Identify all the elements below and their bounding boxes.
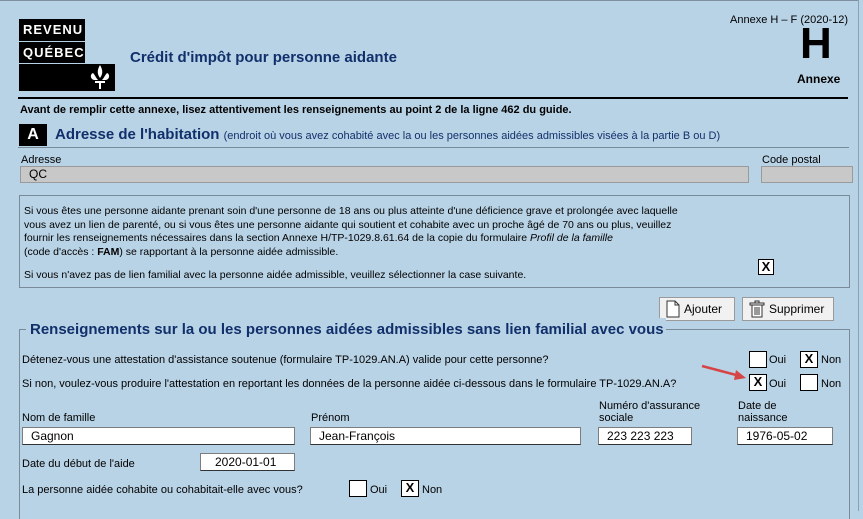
annexe-letter: H [800,19,832,68]
profil-famille-ref: Profil de la famille [530,232,613,244]
section-2-title: Renseignements sur la ou les personnes a… [30,321,664,338]
birth-date-field[interactable]: 1976-05-02 [737,427,833,445]
q2-oui-checkbox[interactable]: X [749,374,767,391]
start-date-field[interactable]: 2020-01-01 [200,453,295,471]
question-2: Si non, voulez-vous produire l'attestati… [22,378,677,390]
q3-oui-label: Oui [370,484,388,496]
header-divider [18,97,848,99]
sin-label: Numéro d'assurance sociale [599,400,700,424]
logo-line1: REVENU [19,19,85,41]
info-line-4-c: ) se rapportant à la personne aidée admi… [119,245,339,258]
sin-label-line2: sociale [599,412,634,424]
q2-oui-label: Oui [769,378,787,390]
sin-label-line1: Numéro d'assurance [599,400,701,412]
first-name-field[interactable]: Jean-François [310,427,581,445]
q1-non-label: Non [821,354,842,366]
section-a-divider [18,147,849,148]
q2-non-label: Non [821,378,842,390]
top-border [0,0,858,1]
postal-code-label: Code postal [762,154,821,166]
add-button-label: Ajouter [684,302,723,316]
logo-gap [87,19,115,63]
document-icon [666,300,680,318]
no-link-text: Si vous n'avez pas de lien familial avec… [24,269,527,281]
red-arrow-icon [701,364,746,380]
section-a-heading: Adresse de l'habitation [55,126,220,143]
first-name-label: Prénom [311,412,350,424]
info-line-2: vous avez un lien de parenté, ou si vous… [24,218,672,231]
section-a-badge: A [19,124,47,146]
section-a-title: Adresse de l'habitation (endroit où vous… [55,126,720,143]
logo-base [19,64,115,91]
q3-non-label: Non [422,484,443,496]
right-border [858,0,859,511]
q3-non-checkbox[interactable]: X [401,480,419,497]
annexe-label: Annexe [797,72,841,86]
trash-icon [749,300,765,318]
page-title: Crédit d'impôt pour personne aidante [130,49,397,66]
q2-non-checkbox[interactable] [800,374,818,391]
delete-button-label: Supprimer [769,302,825,316]
revenu-quebec-logo: REVENU QUÉBEC [19,19,115,91]
info-line-1: Si vous êtes une personne aidante prenan… [24,205,678,217]
q1-oui-label: Oui [769,354,787,366]
logo-line2: QUÉBEC [19,42,85,63]
q3-oui-checkbox[interactable] [349,480,367,497]
family-name-label: Nom de famille [22,412,96,424]
start-date-label: Date du début de l'aide [22,458,135,470]
question-3: La personne aidée cohabite ou cohabitait… [22,484,303,496]
postal-code-field[interactable] [761,166,853,183]
no-link-checkbox[interactable]: X [758,259,774,275]
info-line-3: fournir les renseignements nécessaires d… [24,232,724,246]
address-label: Adresse [21,154,62,166]
birth-label-line1: Date de [738,400,777,412]
delete-button[interactable]: Supprimer [742,297,834,321]
info-line-4: (code d'accès : FAM) se rapportant à la … [24,246,724,260]
info-paragraph: Si vous êtes une personne aidante prenan… [24,205,724,283]
sin-field[interactable]: 223 223 223 [598,427,692,445]
section-a-subtitle: (endroit où vous avez cohabité avec la o… [223,130,721,142]
question-1: Détenez-vous une attestation d'assistanc… [22,354,549,366]
birth-date-label: Date de naissance [738,400,788,424]
intro-text: Avant de remplir cette annexe, lisez att… [20,104,572,116]
birth-label-line2: naissance [738,412,788,424]
address-field[interactable]: QC [20,166,749,183]
add-button[interactable]: Ajouter [659,297,735,321]
family-name-field[interactable]: Gagnon [22,427,295,445]
access-code: FAM [97,245,120,258]
q1-oui-checkbox[interactable] [749,351,767,368]
info-line-3-text: fournir les renseignements nécessaires d… [24,232,531,244]
fleur-de-lis-icon [90,65,110,89]
q1-non-checkbox[interactable]: X [800,351,818,368]
info-line-4-a: (code d'accès : [24,245,98,258]
